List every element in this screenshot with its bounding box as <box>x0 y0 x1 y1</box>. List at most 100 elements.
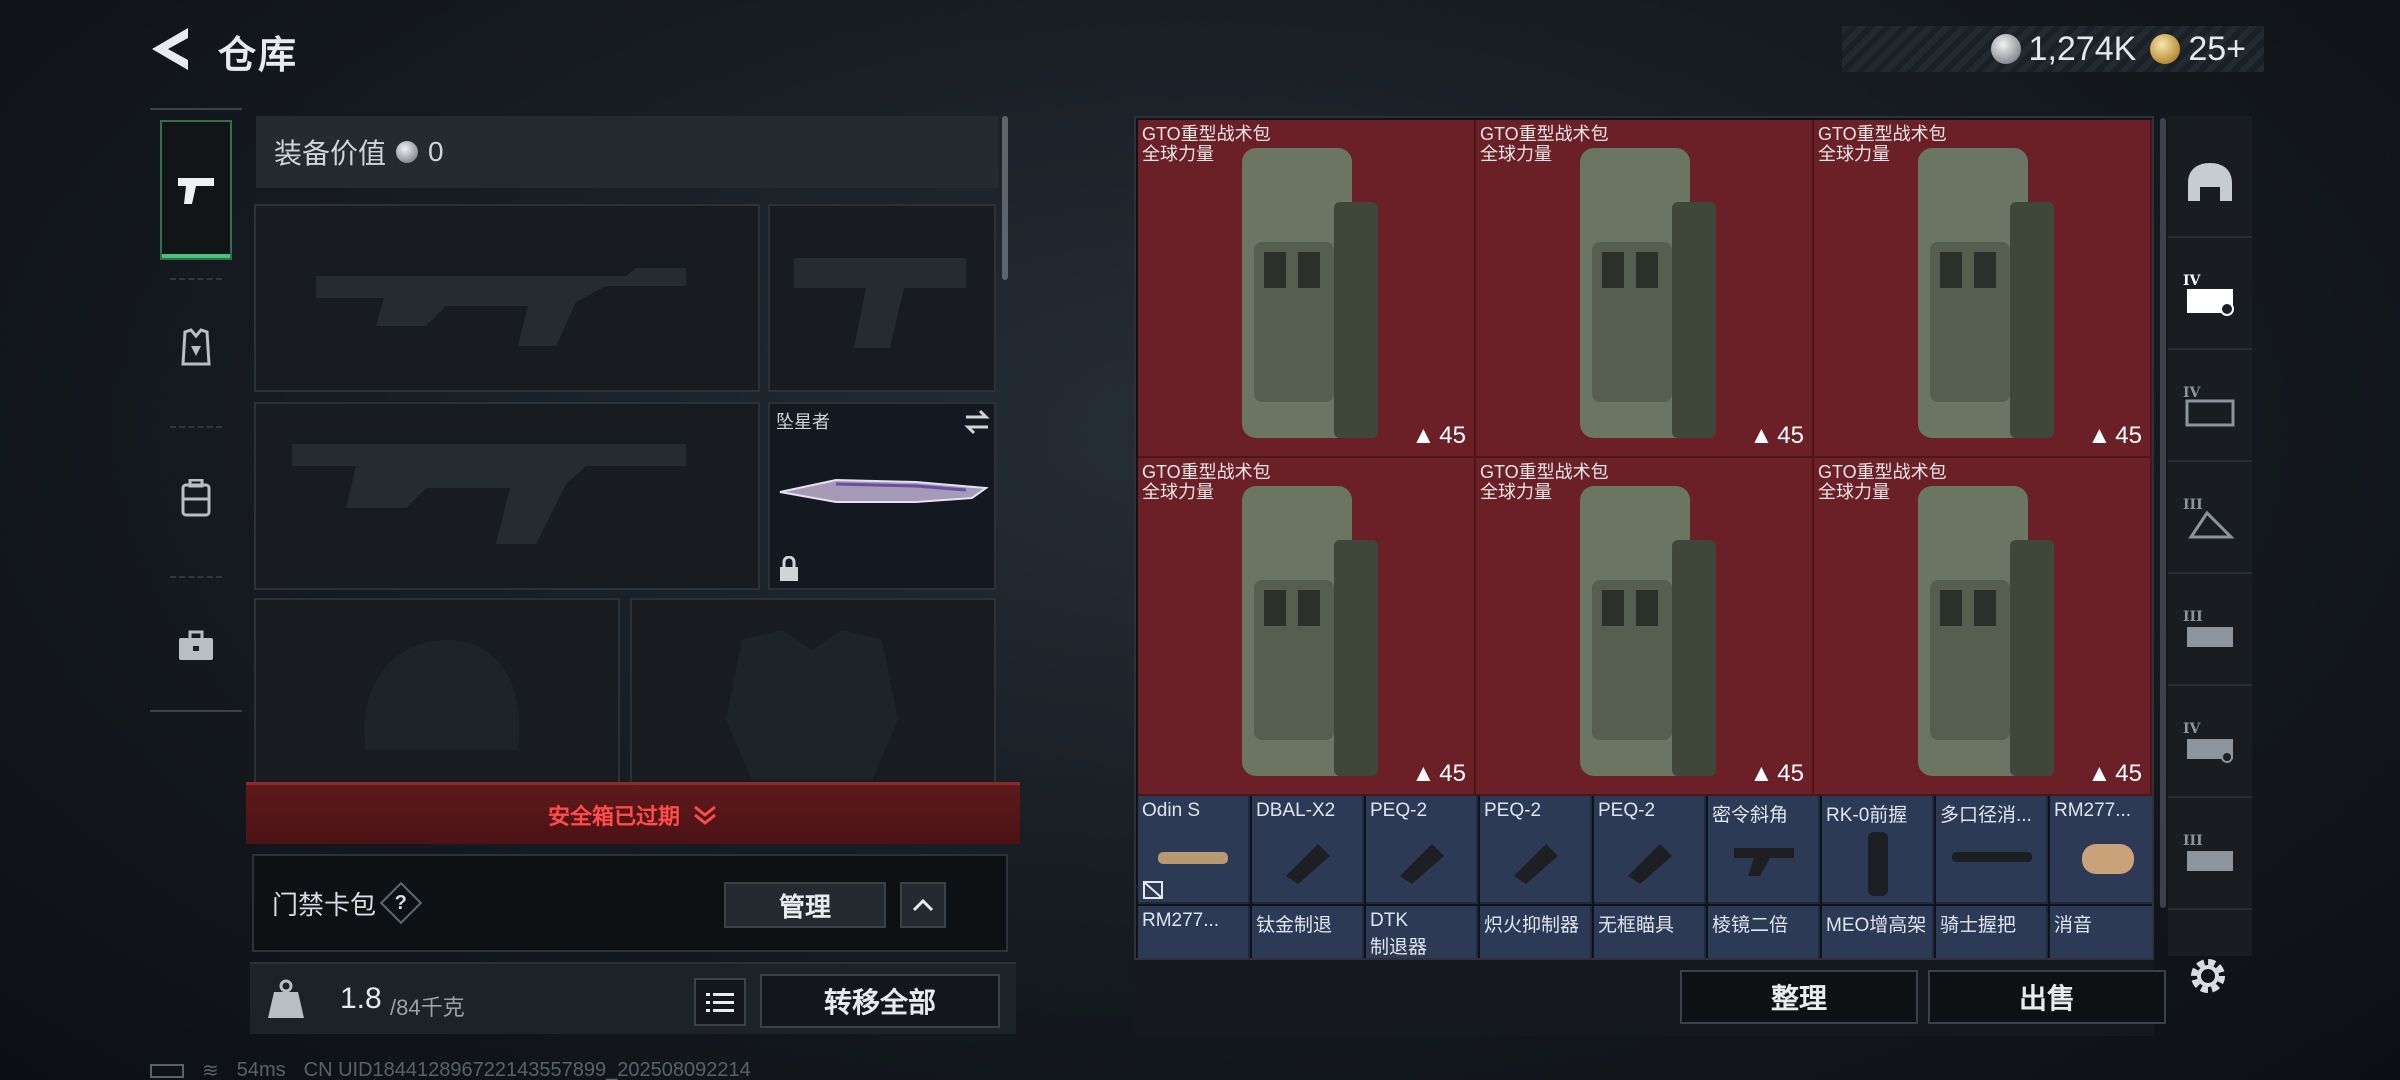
stash-item-backpack[interactable]: GTO重型战术包 全球力量 ▲ 45 <box>1138 458 1476 796</box>
stash-item-attachment[interactable]: PEQ-2 <box>1594 796 1706 904</box>
stash-item-attachment[interactable]: 棱镜二倍 <box>1708 906 1820 958</box>
stash-item-attachment[interactable]: 钛金制退 <box>1252 906 1364 958</box>
svg-text:III: III <box>2183 833 2203 849</box>
foregrip-icon <box>1868 832 1888 896</box>
list-icon <box>706 993 734 1012</box>
back-arrow-icon <box>152 28 188 70</box>
filter-tab-tier-iv-vest[interactable]: IV <box>2168 240 2252 350</box>
item-brand: 全球力量 <box>1480 144 1552 164</box>
tab-backpack[interactable] <box>160 428 232 568</box>
stash-item-attachment[interactable]: DTK 制退器 <box>1366 906 1478 958</box>
filter-tab-tier-iii-rig[interactable]: III <box>2168 576 2252 686</box>
stash-item-attachment[interactable]: 密令斜角 <box>1708 796 1820 904</box>
equipment-value: 0 <box>428 136 444 167</box>
stash-item-attachment[interactable]: 炽火抑制器 <box>1480 906 1592 958</box>
backpack-icon <box>1918 486 2054 776</box>
silver-amount: 1,274K <box>2028 29 2137 68</box>
filter-tab-tier-iv-weapon[interactable]: IV <box>2168 688 2252 798</box>
backpack-icon <box>1580 148 1716 438</box>
stash-item-attachment[interactable]: RK-0前握 <box>1822 796 1934 904</box>
collapse-button[interactable] <box>900 882 946 928</box>
swap-icon[interactable] <box>962 408 992 436</box>
backpack-icon <box>1580 486 1716 776</box>
stash-item-backpack[interactable]: GTO重型战术包 全球力量 ▲ 45 <box>1476 458 1814 796</box>
stash-item-attachment[interactable]: RM277... <box>1138 906 1250 958</box>
tab-armor[interactable] <box>160 278 232 418</box>
item-brand: 全球力量 <box>1142 144 1214 164</box>
stash-scrollbar[interactable] <box>2160 118 2166 908</box>
silver-currency[interactable]: 1,274K <box>1990 29 2137 69</box>
stash-item-attachment[interactable]: 骑士握把 <box>1936 906 2048 958</box>
transfer-all-button[interactable]: 转移全部 <box>760 974 1000 1028</box>
item-capacity: 45 <box>1439 760 1466 787</box>
suppressor-icon <box>1952 852 2032 862</box>
stash-item-attachment[interactable]: 多口径消... <box>1936 796 2048 904</box>
double-chevron-down-icon <box>694 805 716 825</box>
stash-item-attachment[interactable]: Odin S <box>1138 796 1250 904</box>
item-name: PEQ-2 <box>1484 800 1542 821</box>
tab-weapons[interactable] <box>160 120 232 260</box>
safebox-expired-banner[interactable]: 安全箱已过期 <box>246 782 1020 844</box>
back-button[interactable] <box>148 24 192 74</box>
stash-item-backpack[interactable]: GTO重型战术包 全球力量 ▲ 45 <box>1476 120 1814 458</box>
angled-grip-icon <box>1734 848 1794 876</box>
list-view-button[interactable] <box>694 978 746 1026</box>
stash-item-attachment[interactable]: 无框瞄具 <box>1594 906 1706 958</box>
capacity-icon: ▲ <box>1411 422 1436 449</box>
svg-text:IV: IV <box>2183 273 2202 289</box>
stash-item-backpack[interactable]: GTO重型战术包 全球力量 ▲ 45 <box>1814 120 2152 458</box>
item-name: 密令斜角 <box>1712 805 1789 826</box>
stash-item-attachment[interactable]: 消音 <box>2050 906 2152 958</box>
item-name: PEQ-2 <box>1370 800 1428 821</box>
silver-coin-icon <box>1990 34 2021 64</box>
tier-iv-weapon-icon: IV <box>2183 721 2233 763</box>
stash-item-attachment[interactable]: PEQ-2 <box>1366 796 1478 904</box>
stash-item-attachment[interactable]: RM277... <box>2050 796 2152 904</box>
filter-tab-helmet[interactable] <box>2168 128 2252 238</box>
filter-tab-tier-iii-weapon[interactable]: III <box>2168 800 2252 910</box>
filter-tab-tier-iv-rig[interactable]: IV <box>2168 352 2252 462</box>
item-name: 炽火抑制器 <box>1484 915 1580 936</box>
settings-button[interactable] <box>2184 952 2232 1000</box>
equipment-value-bar: 装备价值 0 <box>256 116 998 188</box>
help-icon[interactable]: ? <box>379 881 423 925</box>
capacity-icon: ▲ <box>2087 422 2112 449</box>
tier-iii-bag-icon: III <box>2183 497 2235 539</box>
vest-silhouette-icon <box>726 630 898 780</box>
stash-item-attachment[interactable]: PEQ-2 <box>1480 796 1592 904</box>
item-capacity: 45 <box>1777 422 1804 449</box>
silver-coin-icon <box>396 141 419 163</box>
item-capacity: 45 <box>2115 422 2142 449</box>
sort-button[interactable]: 整理 <box>1680 970 1918 1024</box>
primary-weapon-slot-2[interactable] <box>254 402 760 590</box>
item-brand: 全球力量 <box>1818 144 1890 164</box>
laser-module-icon <box>1400 844 1444 884</box>
battery-icon <box>150 1063 184 1078</box>
manage-button[interactable]: 管理 <box>724 882 886 928</box>
stash-item-backpack[interactable]: GTO重型战术包 全球力量 ▲ 45 <box>1814 458 2152 796</box>
capacity-icon: ▲ <box>1411 760 1436 787</box>
sell-button[interactable]: 出售 <box>1928 970 2166 1024</box>
weight-current: 1.8 <box>340 982 382 1015</box>
ammo-icon <box>2082 844 2134 874</box>
loadout-scrollbar[interactable] <box>1002 116 1008 280</box>
chevron-up-icon <box>912 898 934 912</box>
primary-weapon-slot-1[interactable] <box>254 204 760 392</box>
helmet-icon <box>2188 163 2232 201</box>
stash-item-attachment[interactable]: MEO增高架 <box>1822 906 1934 958</box>
body-armor-slot[interactable] <box>630 598 996 788</box>
gold-currency[interactable]: 25+ <box>2150 30 2246 69</box>
rifle-silhouette-icon <box>316 268 686 346</box>
filter-tab-tier-iii-bag[interactable]: III <box>2168 464 2252 574</box>
melee-slot[interactable]: 坠星者 <box>768 402 996 590</box>
rifle-silhouette-icon <box>292 444 686 544</box>
laser-module-icon <box>1628 844 1672 884</box>
stash-item-attachment[interactable]: DBAL-X2 <box>1252 796 1364 904</box>
sidearm-slot[interactable] <box>768 204 996 392</box>
tab-toolbox[interactable] <box>160 576 232 716</box>
backpack-icon <box>181 479 211 517</box>
ping-readout: 54ms <box>236 1059 286 1080</box>
stash-item-backpack[interactable]: GTO重型战术包 全球力量 ▲ 45 <box>1138 120 1476 458</box>
capacity-icon: ▲ <box>1749 422 1774 449</box>
helmet-slot[interactable] <box>254 598 620 788</box>
